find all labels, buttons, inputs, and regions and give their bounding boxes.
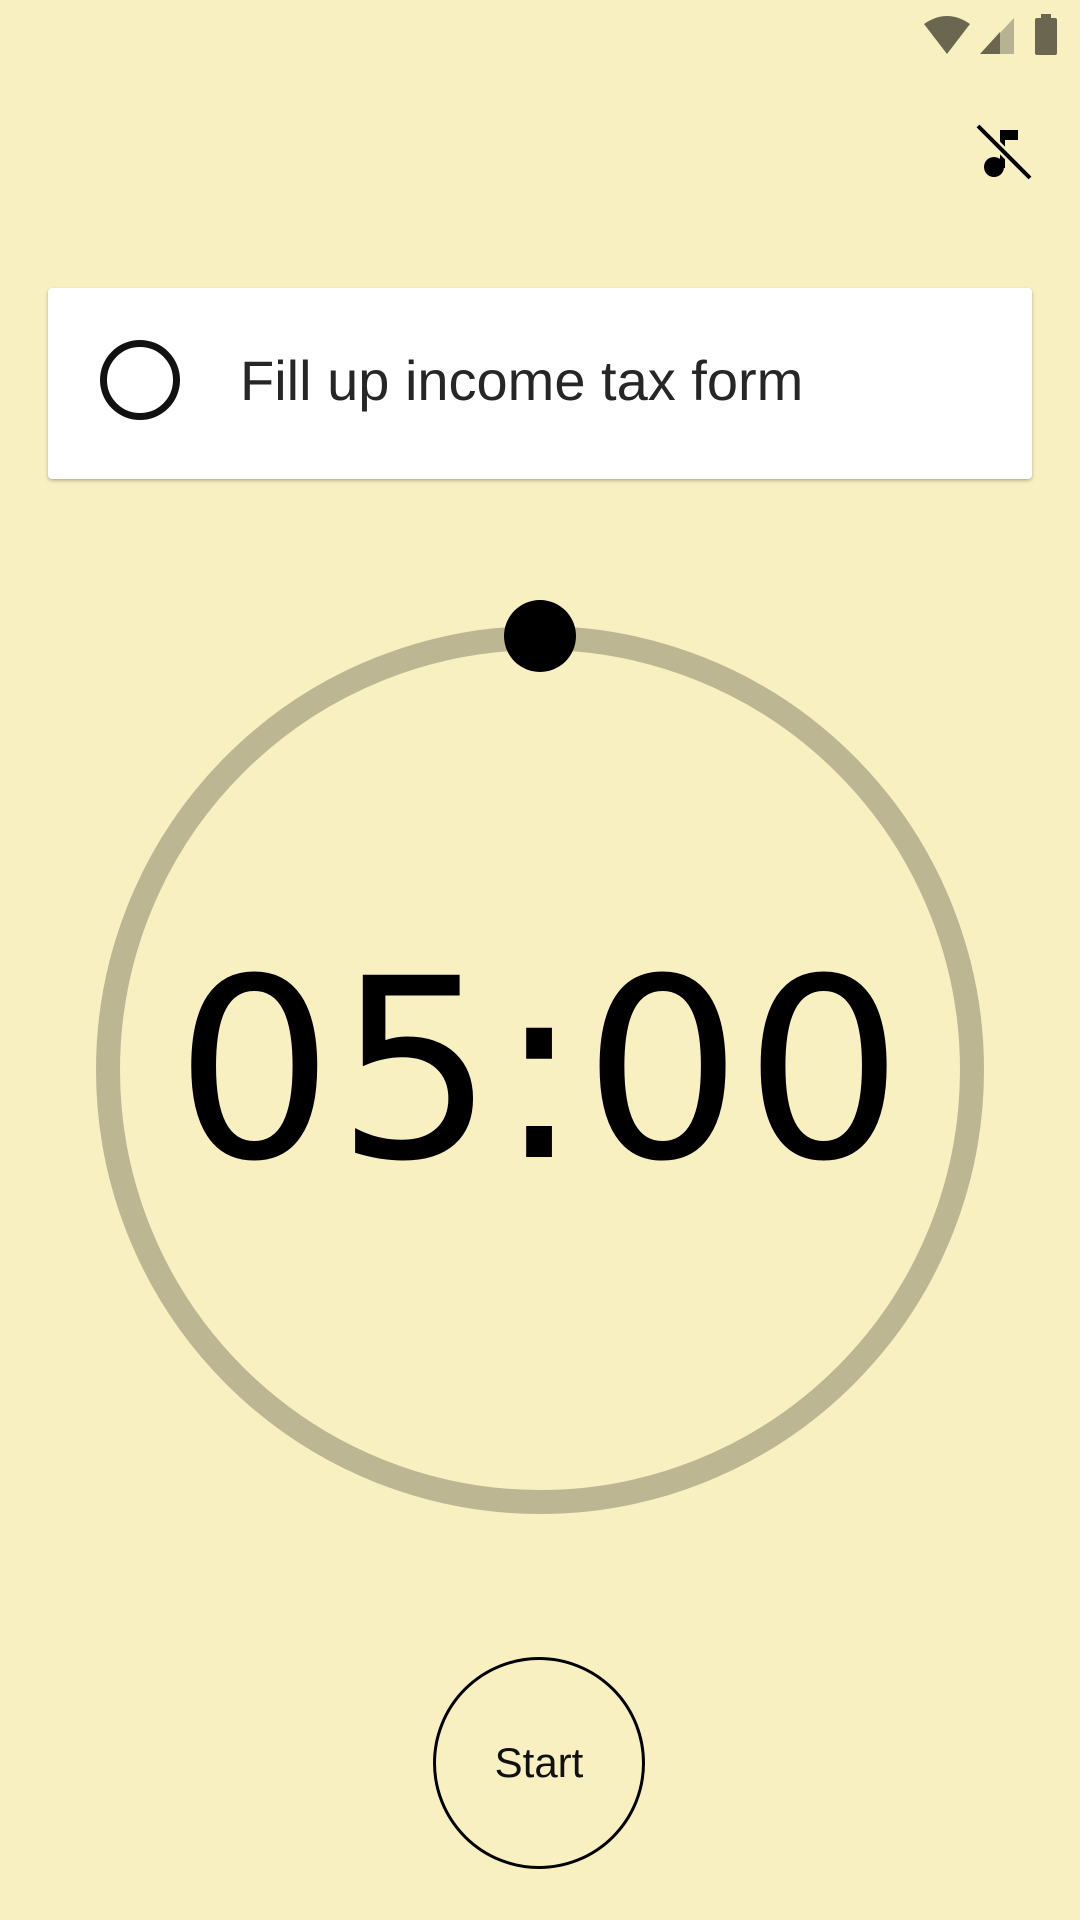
signal-icon (978, 14, 1016, 61)
wifi-icon (922, 14, 972, 61)
music-off-icon (974, 122, 1034, 187)
battery-icon (1034, 14, 1058, 61)
start-button[interactable]: Start (433, 1657, 645, 1869)
status-bar (0, 0, 1080, 72)
timer-display: 05:00 (174, 924, 906, 1216)
timer-dial[interactable]: 05:00 (96, 600, 984, 1514)
task-card[interactable]: Fill up income tax form (48, 288, 1032, 479)
task-title: Fill up income tax form (240, 349, 804, 412)
music-off-button[interactable] (968, 118, 1040, 190)
task-complete-checkbox[interactable] (100, 340, 180, 420)
